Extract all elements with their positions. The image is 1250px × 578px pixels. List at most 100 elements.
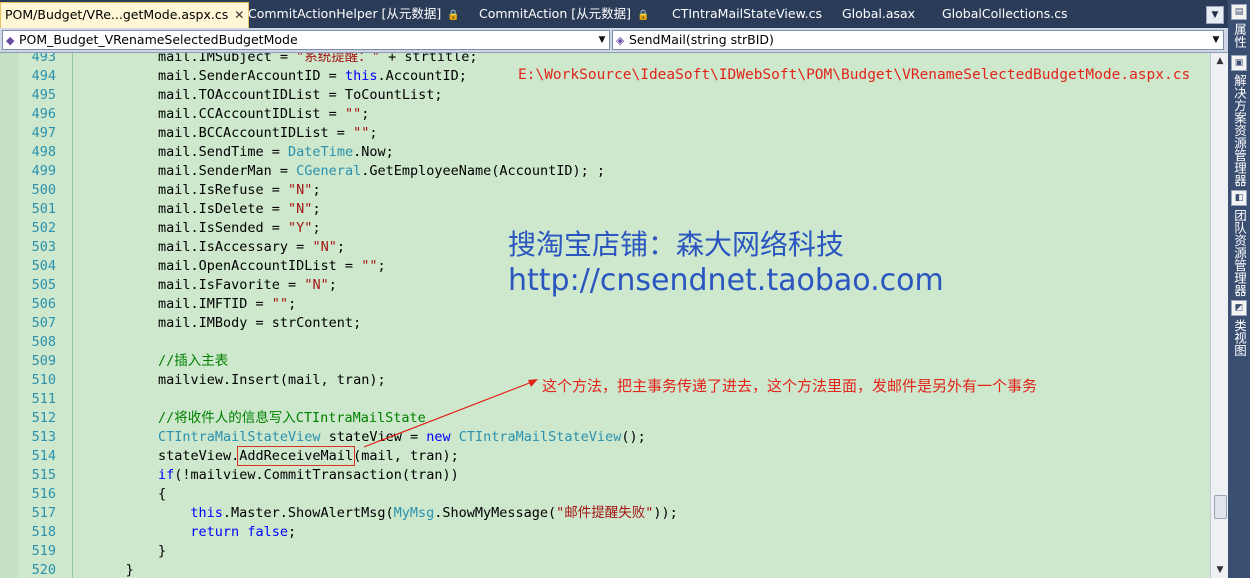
code-token: + strtitle; <box>379 53 478 65</box>
line-number: 516 <box>31 486 56 502</box>
sidebar-item-label: 属性 <box>1232 23 1247 48</box>
code-text: mail.OpenAccountIDList = ""; <box>158 257 386 276</box>
code-text: mail.SendTime = DateTime.Now; <box>158 143 394 162</box>
tab-commit-action[interactable]: CommitAction [从元数据] 🔒 <box>479 3 649 25</box>
code-line[interactable]: 497 mail.BCCAccountIDList = ""; <box>0 124 1210 143</box>
code-token: "" <box>344 106 362 122</box>
code-text: if(!mailview.CommitTransaction(tran)) <box>158 466 459 485</box>
chevron-down-icon[interactable]: ▼ <box>595 31 609 49</box>
class-view-icon: ◩ <box>1231 300 1247 316</box>
code-text: mail.CCAccountIDList = ""; <box>158 105 369 124</box>
member-combo[interactable]: ◈ SendMail(string strBID) ▼ <box>612 30 1224 50</box>
code-token: "" <box>353 125 370 141</box>
watermark-url: http://cnsendnet.taobao.com <box>508 263 944 298</box>
lock-icon: 🔒 <box>636 10 650 21</box>
scroll-thumb[interactable] <box>1214 495 1227 519</box>
code-token: DateTime <box>288 144 354 160</box>
highlighted-method-call: AddReceiveMail <box>237 446 356 466</box>
code-text: mail.TOAccountIDList = ToCountList; <box>158 86 442 105</box>
code-token: return <box>190 524 240 540</box>
code-text: mail.IsAccessary = "N"; <box>158 238 345 257</box>
sidebar-item-solution-explorer[interactable]: ▣ 解决方案资源管理器 <box>1229 53 1249 187</box>
tab-ctintramailstateview[interactable]: CTIntraMailStateView.cs <box>672 3 822 25</box>
code-text: mail.IsFavorite = "N"; <box>158 276 337 295</box>
sidebar-item-class-view[interactable]: ◩ 类视图 <box>1229 298 1249 357</box>
code-token: mail.IsSended = <box>158 220 289 236</box>
code-token: false <box>247 524 288 540</box>
line-number: 501 <box>31 201 56 217</box>
code-line[interactable]: 499 mail.SenderMan = CGeneral.GetEmployee… <box>0 162 1210 181</box>
code-text: } <box>126 561 134 578</box>
code-line[interactable]: 518 return false; <box>0 523 1210 542</box>
code-text: mail.IMBody = strContent; <box>158 314 361 333</box>
code-token: "Y" <box>288 220 313 236</box>
line-number: 506 <box>31 296 56 312</box>
scroll-down-icon[interactable]: ▼ <box>1212 562 1228 578</box>
code-line[interactable]: 513 CTIntraMailStateView stateView = new … <box>0 428 1210 447</box>
code-line[interactable]: 520} <box>0 561 1210 578</box>
code-token: (!mailview.CommitTransaction(tran)) <box>174 467 459 483</box>
line-number: 499 <box>31 163 56 179</box>
code-token: "N" <box>304 277 329 293</box>
code-token: "" <box>361 258 378 274</box>
tool-window-sidebar: ▤ 属性 ▣ 解决方案资源管理器 ◧ 团队资源管理器 ◩ 类视图 <box>1228 0 1250 578</box>
code-token: .ShowMyMessage( <box>434 505 557 521</box>
sidebar-item-label: 团队资源管理器 <box>1232 209 1247 297</box>
scroll-up-icon[interactable]: ▲ <box>1212 53 1228 69</box>
code-token: ; <box>369 125 378 141</box>
sidebar-item-team-explorer[interactable]: ◧ 团队资源管理器 <box>1229 188 1249 297</box>
class-combo[interactable]: ◆ POM_Budget_VRenameSelectedBudgetMode ▼ <box>2 30 610 50</box>
code-text: mail.SenderAccountID = this.AccountID; <box>158 67 467 86</box>
team-explorer-icon: ◧ <box>1231 190 1247 206</box>
code-token: ; <box>312 182 321 198</box>
code-line[interactable]: 495 mail.TOAccountIDList = ToCountList; <box>0 86 1210 105</box>
line-number: 514 <box>31 448 56 464</box>
vertical-scrollbar[interactable]: ▲ ▼ <box>1210 53 1228 578</box>
code-line[interactable]: 496 mail.CCAccountIDList = ""; <box>0 105 1210 124</box>
code-editor[interactable]: 493 mail.IMSubject = "系统提醒：" + strtitle; 4… <box>0 53 1228 578</box>
line-number: 510 <box>31 372 56 388</box>
code-line[interactable]: 517 this.Master.ShowAlertMsg(MyMsg.ShowMy… <box>0 504 1210 523</box>
code-line[interactable]: 516 { <box>0 485 1210 504</box>
code-token: "N" <box>288 182 313 198</box>
code-token: mail.SenderAccountID = <box>158 68 345 84</box>
code-line[interactable]: 493 mail.IMSubject = "系统提醒：" + strtitle; <box>0 53 1210 67</box>
code-token: mail.SendTime = <box>158 144 289 160</box>
code-text: } <box>158 542 166 561</box>
close-icon[interactable]: ✕ <box>234 3 244 27</box>
code-line[interactable]: 512 //将收件人的信息写入CTIntraMailState <box>0 409 1210 428</box>
code-token: mailview.Insert(mail, tran); <box>158 372 386 388</box>
code-line[interactable]: 507 mail.IMBody = strContent; <box>0 314 1210 333</box>
line-number: 508 <box>31 334 56 350</box>
code-line[interactable]: 501 mail.IsDelete = "N"; <box>0 200 1210 219</box>
code-token: //插入主表 <box>158 353 229 369</box>
tab-dropdown-icon[interactable]: ▼ <box>1206 6 1224 24</box>
tab-global-asax[interactable]: Global.asax <box>842 3 915 25</box>
code-line[interactable]: 514 stateView.AddReceiveMail(mail, tran); <box>0 446 1210 466</box>
code-line[interactable]: 519} <box>0 542 1210 561</box>
class-combo-value: POM_Budget_VRenameSelectedBudgetMode <box>19 32 298 47</box>
tab-vrename-selected-budget-mode[interactable]: POM/Budget/VRe...getMode.aspx.cs ✕ <box>0 2 250 29</box>
code-token: "N" <box>312 239 337 255</box>
tab-commit-action-helper[interactable]: CommitActionHelper [从元数据] 🔒 <box>248 3 460 25</box>
code-line[interactable]: 500 mail.IsRefuse = "N"; <box>0 181 1210 200</box>
code-text: { <box>158 485 166 504</box>
code-line[interactable]: 508 <box>0 333 1210 352</box>
code-token: mail.IsFavorite = <box>158 277 305 293</box>
line-number: 496 <box>31 106 56 122</box>
line-number: 515 <box>31 467 56 483</box>
code-token: mail.OpenAccountIDList = <box>158 258 362 274</box>
code-text: mail.IsDelete = "N"; <box>158 200 321 219</box>
code-line[interactable]: 498 mail.SendTime = DateTime.Now; <box>0 143 1210 162</box>
code-token: (); <box>621 429 646 445</box>
code-text: //插入主表 <box>158 352 228 371</box>
code-line[interactable]: 515 if(!mailview.CommitTransaction(tran)) <box>0 466 1210 485</box>
code-line[interactable]: 509 //插入主表 <box>0 352 1210 371</box>
tab-global-collections[interactable]: GlobalCollections.cs <box>942 3 1068 25</box>
sidebar-item-properties[interactable]: ▤ 属性 <box>1229 2 1249 48</box>
tab-label: POM/Budget/VRe...getMode.aspx.cs <box>5 7 229 22</box>
line-number: 495 <box>31 87 56 103</box>
code-token: CTIntraMailStateView <box>158 429 321 445</box>
chevron-down-icon[interactable]: ▼ <box>1209 31 1223 49</box>
method-icon: ◈ <box>616 34 625 47</box>
